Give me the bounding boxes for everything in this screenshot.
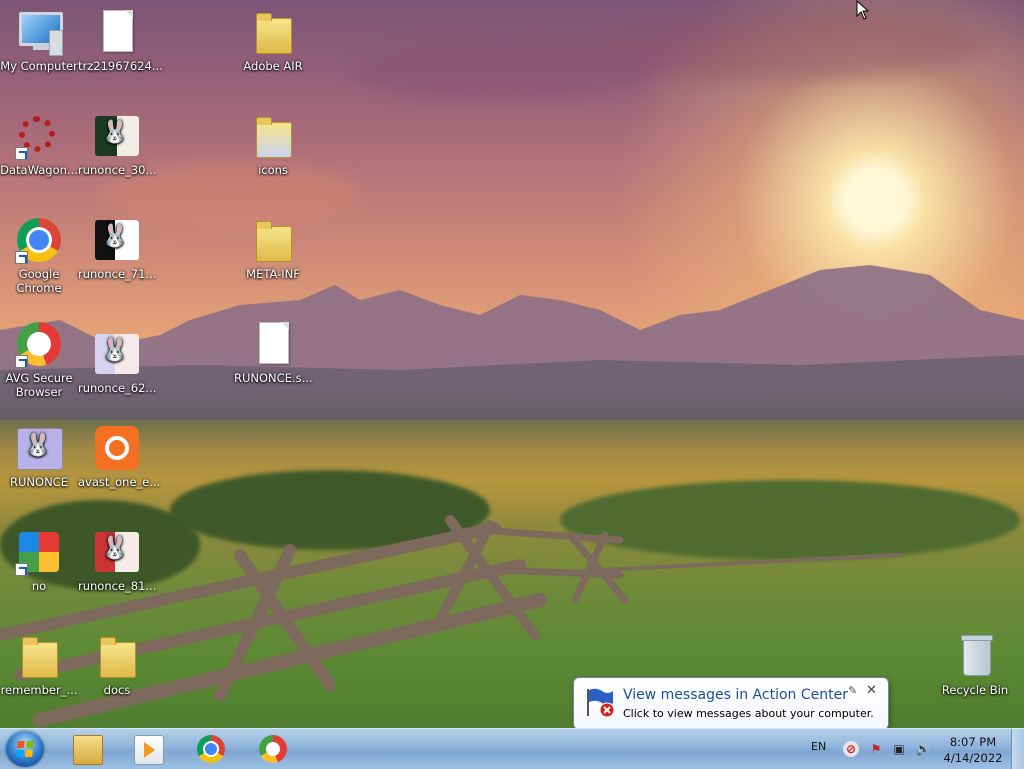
avg-browser-icon [259, 735, 287, 763]
bunny-image-icon: 🐰 [93, 528, 141, 576]
desktop-icon-label: runonce_62... [78, 381, 157, 395]
taskbar-media-player-button[interactable] [123, 732, 173, 766]
desktop-icon-label: runonce_71... [78, 267, 157, 281]
desktop-icon-avast-one[interactable]: avast_one_e... [78, 424, 161, 489]
desktop-icon-label: RUNONCE.s... [234, 371, 313, 385]
taskbar-explorer-button[interactable] [62, 732, 112, 766]
avast-icon [93, 424, 141, 472]
desktop-icon-no[interactable]: no [0, 528, 78, 593]
network-icon[interactable]: ▣ [891, 741, 907, 757]
desktop-icon-icons-folder[interactable]: icons [234, 112, 312, 177]
folder-icon [15, 632, 63, 680]
desktop-icon-label: META-INF [246, 267, 300, 281]
bunny-app-icon: 🐰 [15, 424, 63, 472]
desktop-icon-label: runonce_81... [78, 579, 157, 593]
wallpaper-cloud [600, 10, 980, 80]
gear-icon [15, 112, 63, 160]
taskbar-avg-browser-button[interactable] [248, 732, 298, 766]
desktop-icon-avg-browser[interactable]: AVG Secure Browser [0, 320, 78, 399]
desktop-icon-label: AVG Secure Browser [5, 371, 73, 399]
desktop-icon-label: RUNONCE [10, 475, 68, 489]
mouse-cursor-icon [856, 0, 870, 24]
shortcut-arrow-icon [15, 563, 28, 576]
document-icon [93, 8, 141, 56]
desktop-icon-label: trz21967624... [78, 59, 163, 73]
close-icon[interactable]: ✕ [866, 683, 877, 698]
desktop-icon-recycle-bin[interactable]: Recycle Bin [936, 632, 1014, 697]
desktop-icon-runonce-30[interactable]: 🐰 runonce_30... [78, 112, 156, 177]
desktop-icon-runonce-s[interactable]: RUNONCE.s... [234, 320, 313, 385]
desktop-icon-google-chrome[interactable]: Google Chrome [0, 216, 78, 295]
show-desktop-button[interactable] [1011, 729, 1024, 769]
desktop-icon-label: no [31, 579, 47, 593]
desktop-icon-label: Google Chrome [16, 267, 62, 295]
desktop-icon-label: DataWagon... [0, 163, 78, 177]
document-icon [249, 320, 297, 368]
chrome-icon [15, 216, 63, 264]
desktop-icon-label: docs [103, 683, 131, 697]
desktop-icon-meta-inf[interactable]: META-INF [234, 216, 312, 281]
pin-icon[interactable]: ✎ [848, 684, 857, 697]
computer-icon [15, 8, 63, 56]
desktop-icon-datawagon[interactable]: DataWagon... [0, 112, 78, 177]
desktop-icon-label: runonce_30... [78, 163, 157, 177]
taskbar-chrome-button[interactable] [186, 732, 236, 766]
bunny-image-icon: 🐰 [93, 216, 141, 264]
avg-browser-icon [15, 320, 63, 368]
desktop-icon-label: icons [258, 163, 288, 177]
desktop-icon-runonce-81[interactable]: 🐰 runonce_81... [78, 528, 156, 593]
action-center-tray-icon[interactable]: ⚑ [868, 741, 884, 757]
folder-icon [73, 735, 103, 765]
desktop-icon-label: Recycle Bin [941, 683, 1009, 697]
desktop-icon-runonce[interactable]: 🐰 RUNONCE [0, 424, 78, 489]
action-center-flag-icon [584, 686, 616, 718]
desktop-icon-runonce-62[interactable]: 🐰 runonce_62... [78, 330, 156, 395]
desktop-icon-my-computer[interactable]: My Computer [0, 8, 78, 73]
desktop-icon-docs[interactable]: docs [78, 632, 156, 697]
desktop-icon-label: Adobe AIR [243, 59, 303, 73]
start-button[interactable] [6, 731, 44, 767]
folder-icon [249, 112, 297, 160]
folder-icon [249, 8, 297, 56]
media-player-icon [134, 735, 164, 765]
language-indicator[interactable]: EN [811, 740, 826, 753]
folder-icon [93, 632, 141, 680]
action-center-notification[interactable]: View messages in Action Center Click to … [573, 677, 889, 730]
clock-date: 4/14/2022 [943, 751, 1003, 765]
taskbar: EN ⊘ ⚑ ▣ 🔊 8:07 PM 4/14/2022 [0, 728, 1024, 769]
volume-icon[interactable]: 🔊 [915, 741, 931, 757]
avg-antivirus-icon [15, 528, 63, 576]
shortcut-arrow-icon [15, 251, 28, 264]
desktop-icon-remember[interactable]: remember_... [0, 632, 78, 697]
bunny-image-icon: 🐰 [93, 112, 141, 160]
notification-message: Click to view messages about your comput… [623, 707, 874, 720]
desktop-icon-adobe-air[interactable]: Adobe AIR [234, 8, 312, 73]
avast-tray-icon[interactable]: ⊘ [843, 741, 859, 757]
folder-icon [249, 216, 297, 264]
chrome-icon [197, 735, 225, 763]
desktop-icon-label: My Computer [0, 59, 78, 73]
bunny-image-icon: 🐰 [93, 330, 141, 378]
clock-time: 8:07 PM [949, 735, 997, 749]
desktop-icon-label: remember_... [0, 683, 78, 697]
desktop-icon-trz-file[interactable]: trz21967624... [78, 8, 163, 73]
shortcut-arrow-icon [15, 355, 28, 368]
desktop-icon-label: avast_one_e... [78, 475, 161, 489]
windows-logo-icon [16, 741, 34, 757]
notification-title[interactable]: View messages in Action Center [623, 687, 848, 703]
system-clock[interactable]: 8:07 PM 4/14/2022 [940, 734, 1006, 766]
desktop-icon-runonce-71[interactable]: 🐰 runonce_71... [78, 216, 156, 281]
recycle-bin-icon [951, 632, 999, 680]
shortcut-arrow-icon [15, 147, 28, 160]
